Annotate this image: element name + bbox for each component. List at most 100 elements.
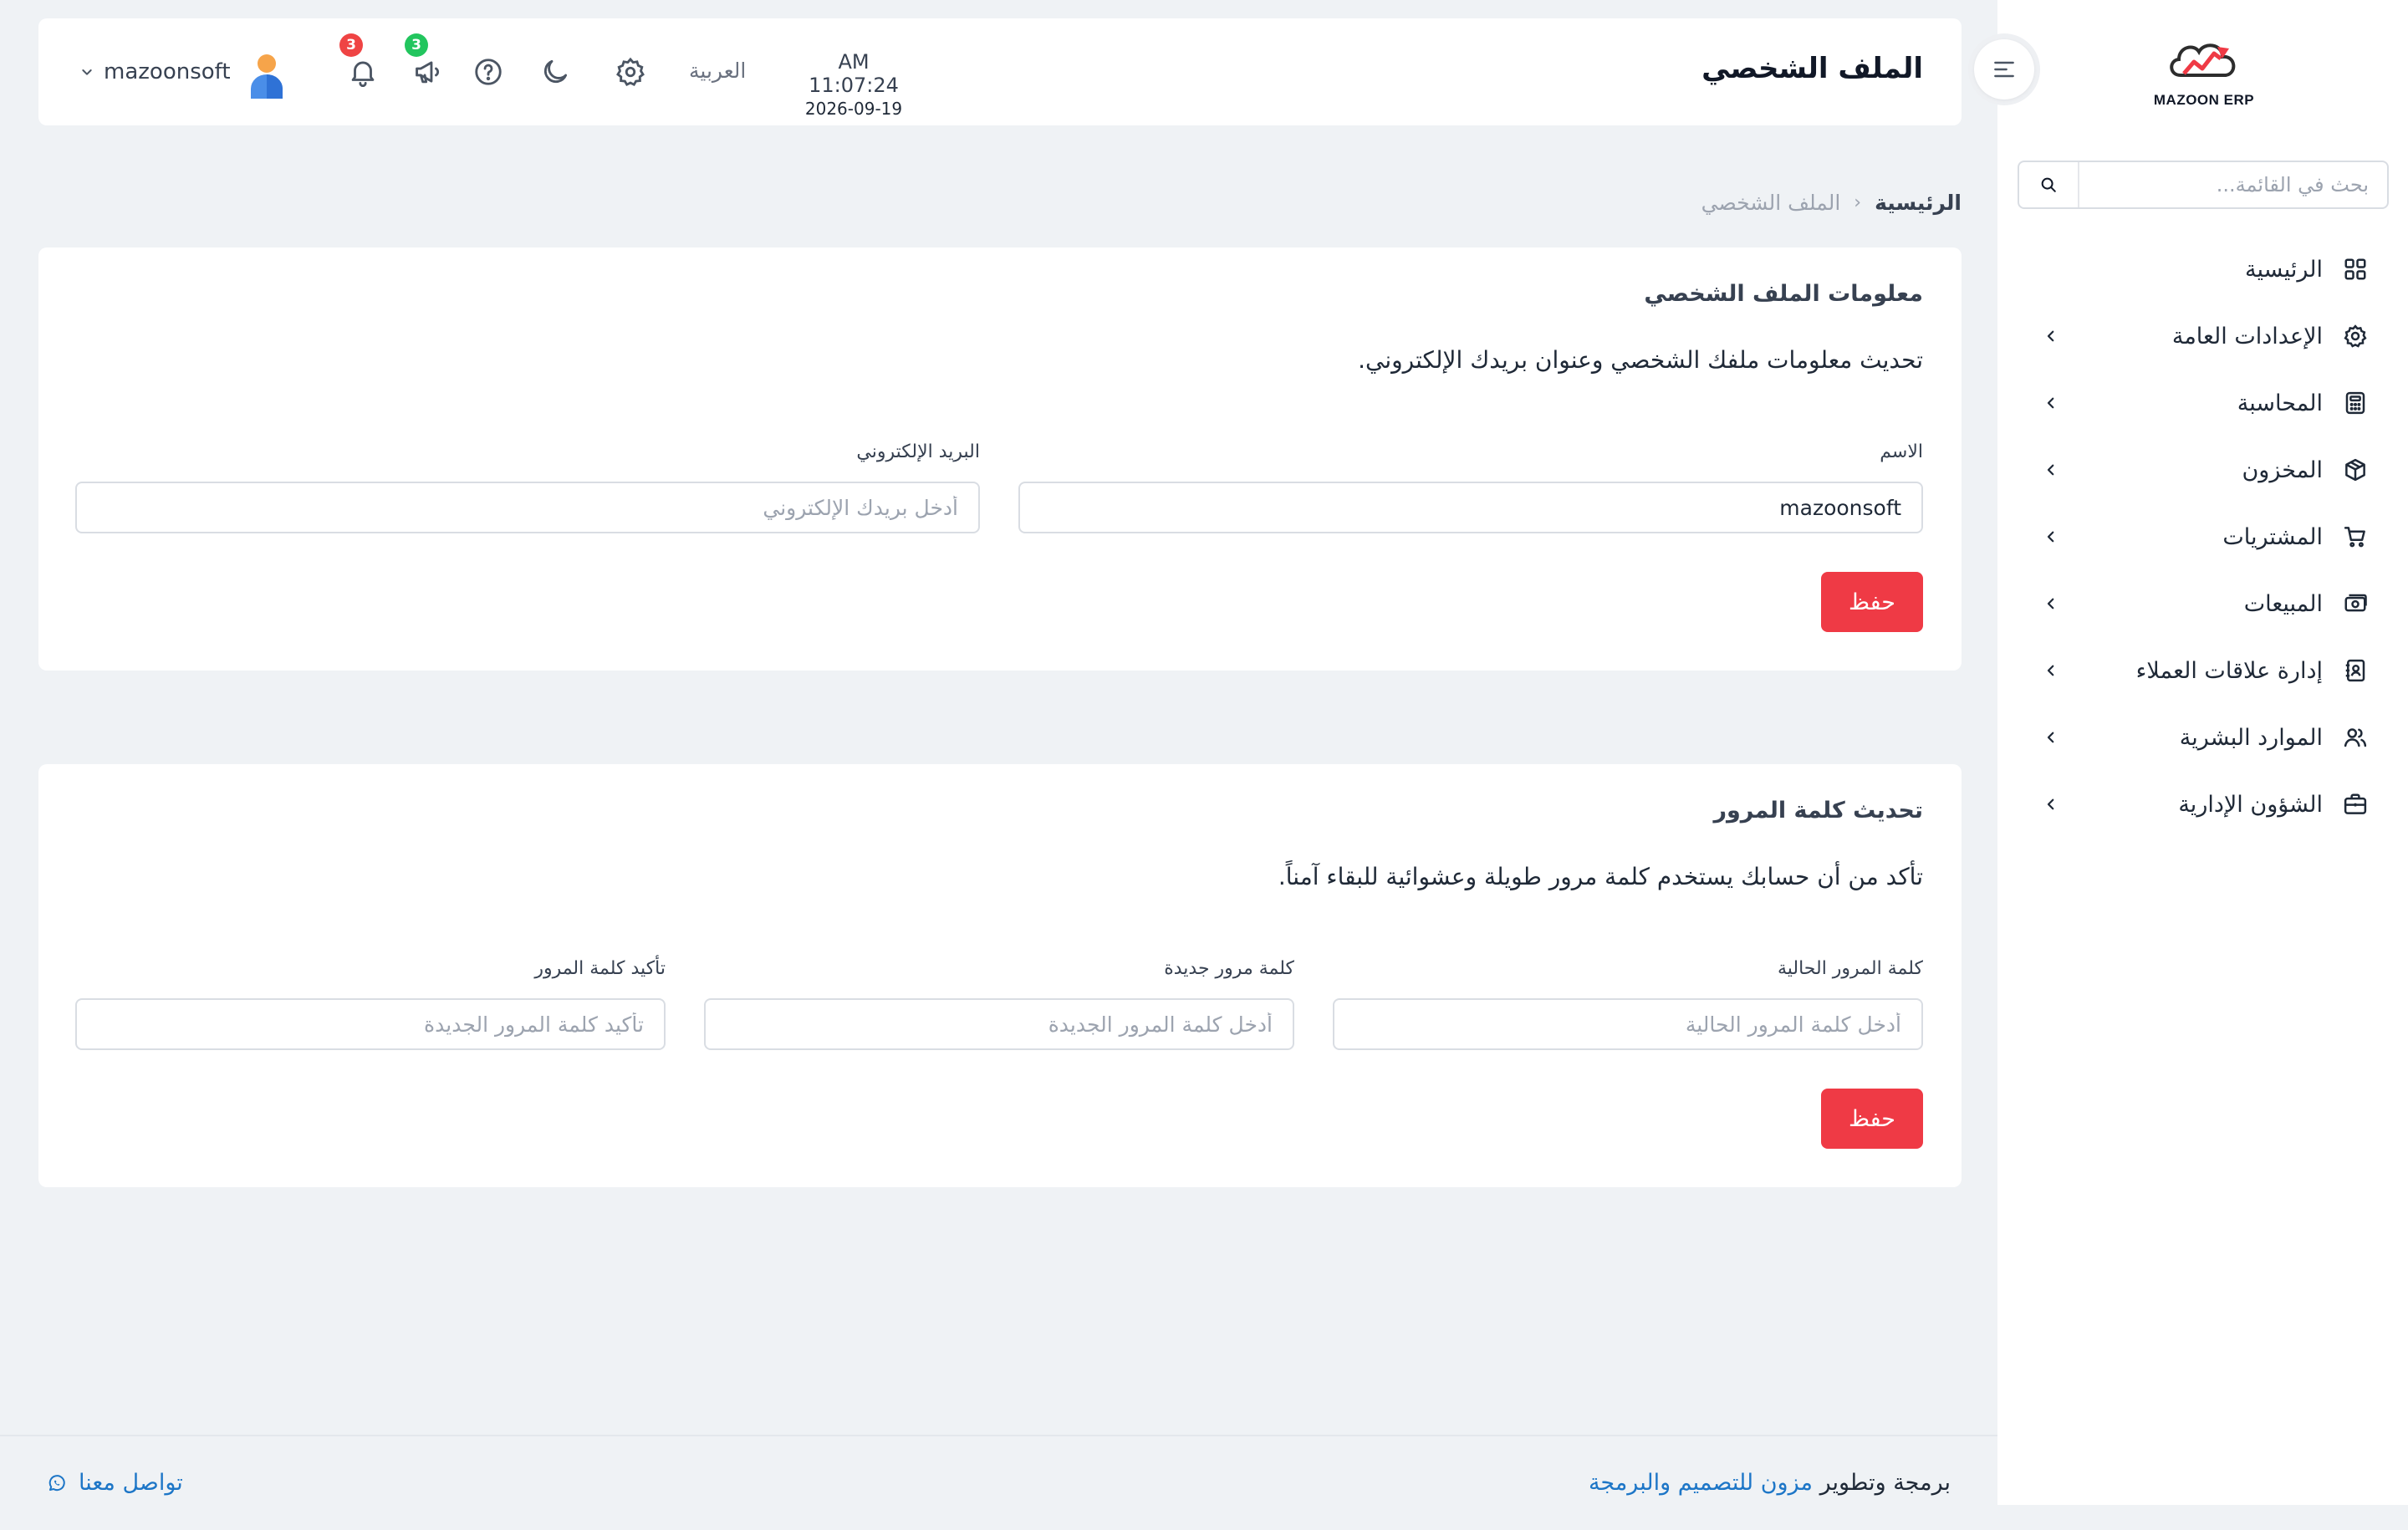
- app-root: MAZOON ERP الرئيسية: [0, 0, 2408, 1530]
- contact-us-label: تواصل معنا: [79, 1470, 183, 1496]
- save-password-button[interactable]: حفظ: [1821, 1089, 1923, 1149]
- breadcrumb-home-link[interactable]: الرئيسية: [1875, 191, 1962, 215]
- contact-book-icon: [2341, 656, 2370, 685]
- new-password-label: كلمة مرور جديدة: [1164, 958, 1294, 979]
- gear-icon: [2341, 322, 2370, 350]
- sidebar-item-label: المبيعات: [2243, 590, 2323, 617]
- breadcrumb-separator: ‹: [1854, 192, 1862, 213]
- chevron-left-icon: [2041, 326, 2061, 346]
- card-description: تحديث معلومات ملفك الشخصي وعنوان بريدك ا…: [1358, 346, 1923, 374]
- breadcrumb-current: الملف الشخصي: [1701, 191, 1841, 215]
- megaphone-icon: [416, 61, 440, 84]
- footer: برمجة وتطوير مزون للتصميم والبرمجة تواصل…: [0, 1435, 1997, 1530]
- chevron-left-icon: [2041, 727, 2061, 747]
- current-password-label: كلمة المرور الحالية: [1777, 958, 1923, 979]
- grid-icon: [2341, 255, 2370, 283]
- footer-credit-link[interactable]: مزون للتصميم والبرمجة: [1589, 1470, 1813, 1496]
- chevron-left-icon: [2041, 594, 2061, 614]
- header-toolbar: mazoonsoft 3 3 العربية AM 11:07:24 2026-…: [38, 18, 1042, 125]
- chevron-left-icon: [2041, 460, 2061, 480]
- sidebar-item-crm[interactable]: إدارة علاقات العملاء: [1997, 637, 2408, 704]
- announcements-button[interactable]: 3: [405, 33, 446, 90]
- clock-date: 2026-09-19: [804, 99, 903, 119]
- new-password-field[interactable]: [704, 998, 1294, 1050]
- email-label: البريد الإلكتروني: [856, 441, 980, 462]
- moon-icon: [543, 59, 568, 84]
- whatsapp-icon: [48, 1474, 65, 1491]
- chevron-left-icon: [2041, 393, 2061, 413]
- email-field[interactable]: [75, 482, 980, 533]
- card-title: معلومات الملف الشخصي: [1644, 281, 1923, 307]
- calculator-icon: [2341, 389, 2370, 417]
- sidebar-item-label: إدارة علاقات العملاء: [2135, 657, 2323, 684]
- page-title: الملف الشخصي: [1701, 52, 1923, 85]
- sidebar-toggle-button[interactable]: [1968, 33, 2040, 105]
- contact-us-link[interactable]: تواصل معنا: [47, 1470, 183, 1496]
- profile-info-card: معلومات الملف الشخصي تحديث معلومات ملفك …: [38, 247, 1962, 671]
- sidebar-search: [2018, 161, 2389, 209]
- logo[interactable]: MAZOON ERP: [2152, 37, 2256, 112]
- search-icon: [2041, 177, 2056, 192]
- sidebar-item-label: الرئيسية: [2245, 256, 2323, 283]
- sidebar-item-admin-affairs[interactable]: الشؤون الإدارية: [1997, 771, 2408, 838]
- briefcase-icon: [2341, 790, 2370, 819]
- chevron-left-icon: [2041, 527, 2061, 547]
- top-header: الملف الشخصي mazoonsoft 3 3 العربية AM 1…: [38, 18, 1962, 125]
- username: mazoonsoft: [104, 59, 231, 84]
- sidebar-toggle-inner: [1974, 39, 2034, 99]
- help-icon: [475, 59, 502, 85]
- footer-credit: برمجة وتطوير مزون للتصميم والبرمجة: [1589, 1470, 1951, 1496]
- sidebar-item-home[interactable]: الرئيسية: [1997, 236, 2408, 303]
- sidebar-item-label: المحاسبة: [2237, 390, 2323, 416]
- language-switcher[interactable]: العربية: [689, 59, 746, 83]
- theme-toggle[interactable]: [537, 54, 574, 90]
- cart-icon: [2341, 523, 2370, 551]
- sidebar-search-input[interactable]: [2079, 162, 2387, 207]
- breadcrumb: الرئيسية ‹ الملف الشخصي: [1701, 191, 1962, 215]
- card-title: تحديث كلمة المرور: [1713, 798, 1923, 824]
- settings-button[interactable]: [612, 54, 649, 90]
- box-icon: [2341, 456, 2370, 484]
- clock: AM 11:07:24 2026-09-19: [791, 50, 916, 119]
- avatar[interactable]: [246, 52, 288, 99]
- sidebar-item-accounting[interactable]: المحاسبة: [1997, 370, 2408, 436]
- confirm-password-field[interactable]: [75, 998, 666, 1050]
- chevron-down-icon: [82, 69, 92, 75]
- name-label: الاسم: [1880, 441, 1923, 462]
- sidebar-item-label: الموارد البشرية: [2179, 724, 2323, 751]
- logo-text: MAZOON ERP: [2153, 92, 2255, 108]
- clock-time: AM 11:07:24: [809, 50, 899, 97]
- gear-icon: [616, 57, 645, 87]
- chevron-left-icon: [2041, 660, 2061, 681]
- sidebar-item-inventory[interactable]: المخزون: [1997, 436, 2408, 503]
- notifications-badge: 3: [339, 33, 363, 57]
- footer-credit-prefix: برمجة وتطوير: [1819, 1470, 1951, 1496]
- search-button[interactable]: [2019, 162, 2079, 207]
- sidebar-item-hr[interactable]: الموارد البشرية: [1997, 704, 2408, 771]
- sidebar-item-label: المشتريات: [2222, 523, 2323, 550]
- logo-icon: [2170, 43, 2236, 77]
- confirm-password-label: تأكيد كلمة المرور: [534, 958, 666, 979]
- help-button[interactable]: [470, 54, 507, 90]
- user-menu[interactable]: mazoonsoft: [80, 50, 231, 94]
- sidebar-item-settings[interactable]: الإعدادات العامة: [1997, 303, 2408, 370]
- sidebar: MAZOON ERP الرئيسية: [1997, 0, 2408, 1505]
- users-icon: [2341, 723, 2370, 752]
- chevron-left-icon: [2041, 794, 2061, 814]
- sidebar-item-label: الشؤون الإدارية: [2178, 791, 2323, 818]
- sidebar-item-label: الإعدادات العامة: [2171, 323, 2323, 349]
- bell-icon: [351, 61, 375, 87]
- menu-icon: [1994, 61, 2014, 78]
- sidebar-item-purchases[interactable]: المشتريات: [1997, 503, 2408, 570]
- card-description: تأكد من أن حسابك يستخدم كلمة مرور طويلة …: [1278, 863, 1923, 890]
- sidebar-item-label: المخزون: [2242, 456, 2323, 483]
- cash-icon: [2341, 589, 2370, 618]
- announcements-badge: 3: [405, 33, 428, 57]
- notifications-button[interactable]: 3: [339, 33, 381, 90]
- name-field[interactable]: [1018, 482, 1923, 533]
- sidebar-item-sales[interactable]: المبيعات: [1997, 570, 2408, 637]
- current-password-field[interactable]: [1333, 998, 1923, 1050]
- sidebar-nav: الرئيسية الإعدادات العامة المحاسبة المخز…: [1997, 236, 2408, 838]
- save-profile-button[interactable]: حفظ: [1821, 572, 1923, 632]
- update-password-card: تحديث كلمة المرور تأكد من أن حسابك يستخد…: [38, 764, 1962, 1187]
